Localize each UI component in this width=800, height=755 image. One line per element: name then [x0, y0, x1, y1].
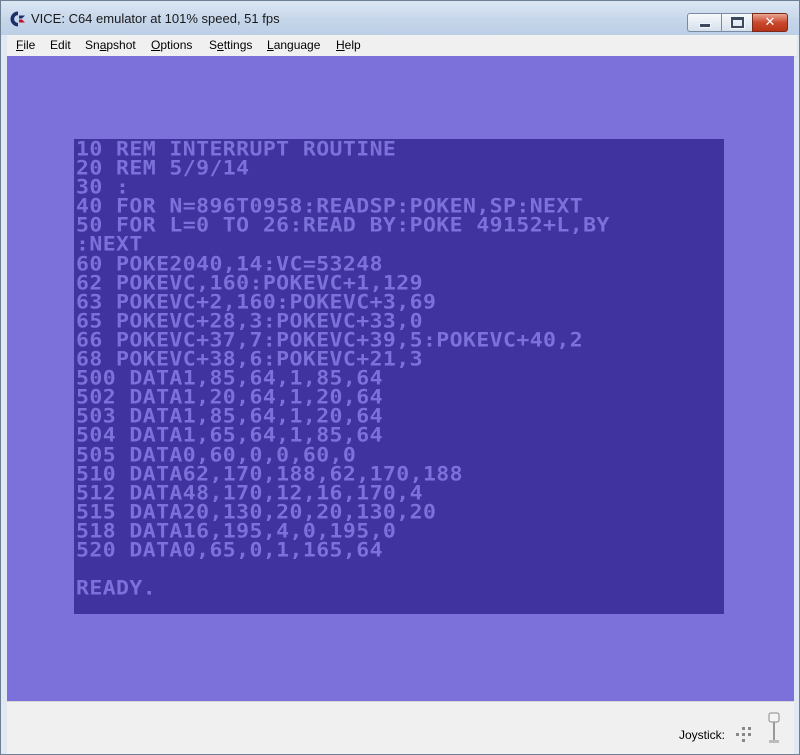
c64-screen-border[interactable]: 10 REM INTERRUPT ROUTINE 20 REM 5/9/14 30 … [7, 56, 794, 701]
screen-line: 50 FOR L=0 TO 26:READ BY:POKE 49152+L,BY [76, 214, 610, 238]
joystick-indicator-icon [735, 726, 753, 744]
close-button[interactable]: ✕ [752, 13, 788, 32]
screen-line: 62 POKEVC,160:POKEVC+1,129 [76, 271, 423, 295]
maximize-icon [730, 17, 744, 28]
screen-line: 505 DATA0,60,0,0,60,0 [76, 443, 357, 467]
menu-bar: File Edit Snapshot Options Settings Lang… [7, 35, 797, 57]
c64-screen[interactable]: 10 REM INTERRUPT ROUTINE 20 REM 5/9/14 30 … [74, 139, 724, 614]
screen-line: 30 : [76, 176, 130, 200]
screen-line: 512 DATA48,170,12,16,170,4 [76, 481, 423, 505]
screen-line: 40 FOR N=896T0958:READSP:POKEN,SP:NEXT [76, 195, 584, 219]
menu-edit[interactable]: Edit [50, 38, 71, 52]
screen-line: 504 DATA1,65,64,1,85,64 [76, 424, 383, 448]
screen-line: 518 DATA16,195,4,0,195,0 [76, 520, 397, 544]
screen-line: 60 POKE2040,14:VC=53248 [76, 252, 383, 276]
screen-line: 10 REM INTERRUPT ROUTINE [76, 139, 397, 162]
screen-line: 20 REM 5/9/14 [76, 157, 250, 181]
screen-line [76, 561, 610, 579]
screen-line: READY. [76, 577, 157, 601]
screen-line: 500 DATA1,85,64,1,85,64 [76, 367, 383, 391]
menu-settings[interactable]: Settings [209, 38, 252, 52]
minimize-icon [698, 23, 711, 28]
screen-line: 510 DATA62,170,188,62,170,188 [76, 462, 463, 486]
screen-line: :NEXT [76, 233, 143, 257]
screen-line: 66 POKEVC+37,7:POKEVC+39,5:POKEVC+40,2 [76, 329, 584, 353]
screen-line: 63 POKEVC+2,160:POKEVC+3,69 [76, 290, 437, 314]
joystick-label: Joystick: [679, 728, 726, 742]
screen-line: 502 DATA1,20,64,1,20,64 [76, 386, 383, 410]
emulator-window: VICE: C64 emulator at 101% speed, 51 fps… [0, 0, 800, 755]
screen-line: 503 DATA1,85,64,1,20,64 [76, 405, 383, 429]
screen-line: 65 POKEVC+28,3:POKEVC+33,0 [76, 310, 423, 334]
status-bar: Joystick: [7, 701, 794, 754]
close-icon: ✕ [764, 15, 776, 30]
basic-listing: 10 REM INTERRUPT ROUTINE 20 REM 5/9/14 30 … [76, 139, 610, 601]
menu-file[interactable]: File [16, 38, 35, 52]
commodore-logo-icon [10, 11, 25, 27]
screen-line: 515 DATA20,130,20,20,130,20 [76, 501, 437, 525]
menu-language[interactable]: Language [267, 38, 320, 52]
window-title: VICE: C64 emulator at 101% speed, 51 fps [31, 11, 280, 26]
menu-help[interactable]: Help [336, 38, 361, 52]
menu-snapshot[interactable]: Snapshot [85, 38, 136, 52]
screen-line: 520 DATA0,65,0,1,165,64 [76, 539, 383, 563]
maximize-button[interactable] [721, 13, 753, 32]
minimize-button[interactable] [687, 13, 722, 32]
screen-line: 68 POKEVC+38,6:POKEVC+21,3 [76, 348, 423, 372]
title-bar[interactable]: VICE: C64 emulator at 101% speed, 51 fps… [1, 1, 799, 35]
menu-options[interactable]: Options [151, 38, 192, 52]
resize-grip-icon[interactable] [767, 712, 781, 746]
